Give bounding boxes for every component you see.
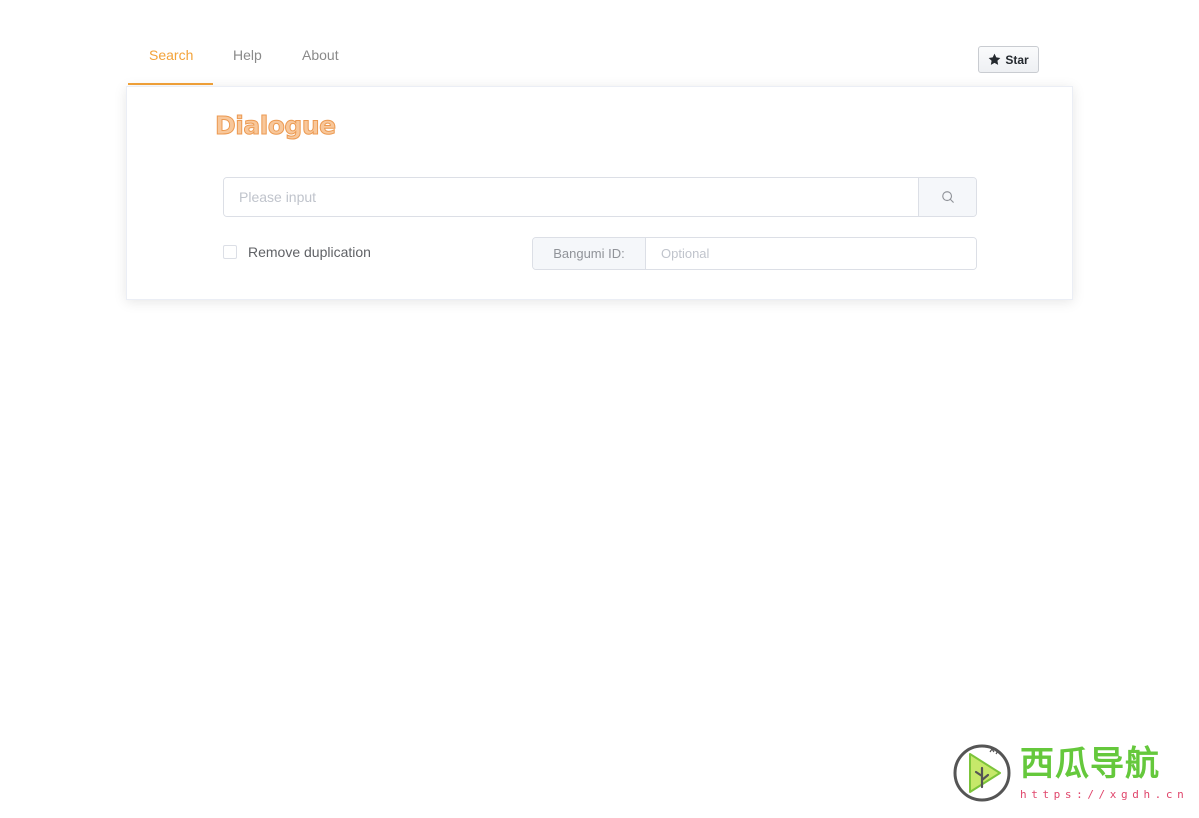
star-button[interactable]: Star [978,46,1039,73]
watermark-url: https://xgdh.cn [1020,788,1189,801]
search-group [223,177,977,217]
tab-help[interactable]: Help [213,36,281,85]
watermelon-play-icon [953,744,1011,802]
watermark-title: 西瓜导航 [1020,744,1160,784]
page: Search Help About Star Dialogue Remove d… [0,0,1199,818]
search-icon [941,191,954,203]
search-card: Dialogue Remove duplication Bangumi ID: [126,86,1073,300]
tab-bar: Search Help About [128,36,361,85]
bangumi-id-label: Bangumi ID: [533,238,646,269]
app-logo: Dialogue [215,111,337,141]
bangumi-id-group: Bangumi ID: [532,237,977,270]
search-input[interactable] [224,178,918,216]
remove-duplication-checkbox[interactable]: Remove duplication [223,244,371,260]
star-icon [988,53,1001,65]
checkbox-box[interactable] [223,245,237,259]
search-button[interactable] [918,178,976,216]
tab-about[interactable]: About [281,36,361,85]
tab-search[interactable]: Search [128,36,213,85]
remove-duplication-label: Remove duplication [248,244,371,260]
star-button-label: Star [1005,52,1029,67]
bangumi-id-input[interactable] [646,238,976,269]
watermark: 西瓜导航 https://xgdh.cn [952,742,1184,804]
